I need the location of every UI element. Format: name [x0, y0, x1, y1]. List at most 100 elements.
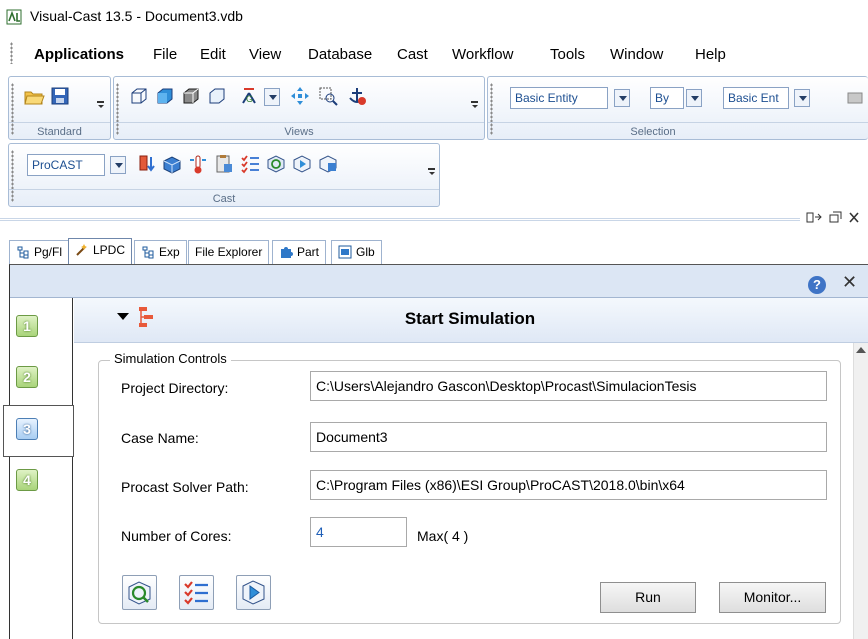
selection-tool-icon[interactable]	[846, 87, 868, 109]
dock-controls	[806, 211, 859, 223]
menu-file[interactable]: File	[153, 46, 177, 63]
toolbar-overflow[interactable]	[471, 101, 478, 108]
case-name-label: Case Name:	[121, 430, 199, 446]
check-model-icon[interactable]	[265, 153, 287, 175]
toolbar-standard: Standard	[8, 76, 111, 140]
toolbar-standard-label: Standard	[37, 126, 82, 138]
anchor-view-icon[interactable]	[346, 85, 368, 107]
menu-tools[interactable]: Tools	[550, 46, 585, 63]
wizard-icon	[76, 244, 87, 256]
case-name-input[interactable]: Document3	[310, 422, 827, 452]
project-directory-input[interactable]: C:\Users\Alejandro Gascon\Desktop\Procas…	[310, 371, 827, 401]
help-icon[interactable]: ?	[808, 276, 826, 294]
entity-type-dropdown[interactable]	[614, 89, 630, 107]
toolbar-cast-label: Cast	[212, 193, 236, 205]
menu-workflow[interactable]: Workflow	[452, 46, 513, 63]
open-folder-icon[interactable]	[23, 85, 45, 107]
menu-cast[interactable]: Cast	[397, 46, 428, 63]
menu-help[interactable]: Help	[695, 46, 726, 63]
orientation-dropdown[interactable]	[264, 88, 280, 106]
menu-window[interactable]: Window	[610, 46, 663, 63]
tab-pgfl[interactable]: Pg/Fl	[9, 240, 70, 264]
project-directory-label: Project Directory:	[121, 380, 229, 396]
checklist-button[interactable]	[179, 575, 214, 610]
tab-label: File Explorer	[195, 245, 263, 259]
postprocess-icon[interactable]	[317, 153, 339, 175]
cores-label: Number of Cores:	[121, 528, 232, 544]
zoom-box-icon[interactable]	[317, 85, 339, 107]
max-cores-label: Max( 4 )	[417, 528, 469, 544]
entity-type-select[interactable]: Basic Entity	[510, 87, 608, 109]
menu-grip[interactable]	[10, 42, 13, 64]
solver-select[interactable]: ProCAST	[27, 154, 105, 176]
entity-filter-select[interactable]: Basic Ent	[723, 87, 789, 109]
step-1-button[interactable]: 1	[16, 315, 38, 337]
toolbar-divider	[9, 189, 439, 190]
svg-text:G: G	[246, 94, 253, 104]
toolbar-overflow[interactable]	[428, 168, 435, 175]
toolbar-cast: ProCAST Cast	[8, 143, 440, 207]
restore-icon[interactable]	[829, 211, 842, 223]
tab-glb[interactable]: Glb	[331, 240, 382, 264]
menu-bar: Applications File Edit View Database Cas…	[0, 34, 868, 74]
tab-label: Glb	[356, 245, 375, 259]
step-2-button[interactable]: 2	[16, 366, 38, 388]
toolbar-divider	[9, 122, 110, 123]
tab-lpdc[interactable]: LPDC	[68, 238, 133, 264]
menu-view[interactable]: View	[249, 46, 281, 63]
gravity-icon[interactable]	[135, 153, 157, 175]
entity-filter-dropdown[interactable]	[794, 89, 810, 107]
axis-orientation-icon[interactable]: G	[238, 85, 260, 107]
toolbar-divider	[114, 122, 484, 123]
section-title: Start Simulation	[404, 309, 536, 328]
materials-icon[interactable]	[161, 153, 183, 175]
transparent-view-icon[interactable]	[206, 85, 228, 107]
run-button[interactable]: Run	[600, 582, 696, 613]
toolbar-overflow[interactable]	[97, 101, 104, 108]
collapse-arrow-icon[interactable]	[117, 313, 129, 320]
tab-file-explorer[interactable]: File Explorer	[188, 240, 270, 264]
title-bar: Visual-Cast 13.5 - Document3.vdb	[0, 0, 868, 34]
toolbar-views-label: Views	[284, 126, 314, 138]
tab-part[interactable]: Part	[272, 240, 327, 264]
panel-close-icon[interactable]: ✕	[842, 272, 857, 293]
close-dock-icon[interactable]	[849, 212, 859, 223]
save-icon[interactable]	[49, 85, 71, 107]
menu-database[interactable]: Database	[308, 46, 372, 63]
pan-icon[interactable]	[289, 85, 311, 107]
globe-icon	[338, 245, 352, 259]
shaded-edges-icon[interactable]	[180, 85, 202, 107]
run-solver-button[interactable]	[236, 575, 271, 610]
menu-edit[interactable]: Edit	[200, 46, 226, 63]
solver-path-input[interactable]: C:\Program Files (x86)\ESI Group\ProCAST…	[310, 470, 827, 500]
tab-label: LPDC	[93, 243, 126, 257]
step-3-button[interactable]: 3	[16, 418, 38, 440]
tab-label: Exp	[159, 245, 180, 259]
temperature-icon[interactable]	[187, 153, 209, 175]
step-4-button[interactable]: 4	[16, 469, 38, 491]
checklist-icon[interactable]	[239, 153, 261, 175]
app-logo-icon	[6, 9, 22, 25]
menu-applications[interactable]: Applications	[34, 46, 124, 63]
window-title: Visual-Cast 13.5 - Document3.vdb	[30, 8, 243, 24]
process-conditions-icon[interactable]	[213, 153, 235, 175]
shaded-view-icon[interactable]	[154, 85, 176, 107]
monitor-button[interactable]: Monitor...	[719, 582, 826, 613]
run-simulation-icon[interactable]	[291, 153, 313, 175]
current-step-highlight	[3, 405, 74, 457]
select-by-dropdown[interactable]	[686, 89, 702, 107]
vertical-scrollbar[interactable]	[853, 343, 868, 639]
tab-exp[interactable]: Exp	[134, 240, 187, 264]
check-model-button[interactable]	[122, 575, 157, 610]
group-title: Simulation Controls	[110, 351, 231, 366]
tree-icon	[17, 246, 29, 259]
float-icon[interactable]	[806, 212, 822, 223]
tree-icon	[142, 246, 154, 259]
scroll-up-icon[interactable]	[856, 347, 866, 353]
toolbar-selection: Basic Entity By Basic Ent Selection	[487, 76, 868, 140]
select-by-field[interactable]: By	[650, 87, 684, 109]
cores-input[interactable]: 4	[310, 517, 407, 547]
solver-dropdown[interactable]	[110, 156, 126, 174]
wireframe-view-icon[interactable]	[128, 85, 150, 107]
panel-tab-row: Pg/Fl LPDC Exp File Explorer Part Glb	[0, 234, 868, 264]
